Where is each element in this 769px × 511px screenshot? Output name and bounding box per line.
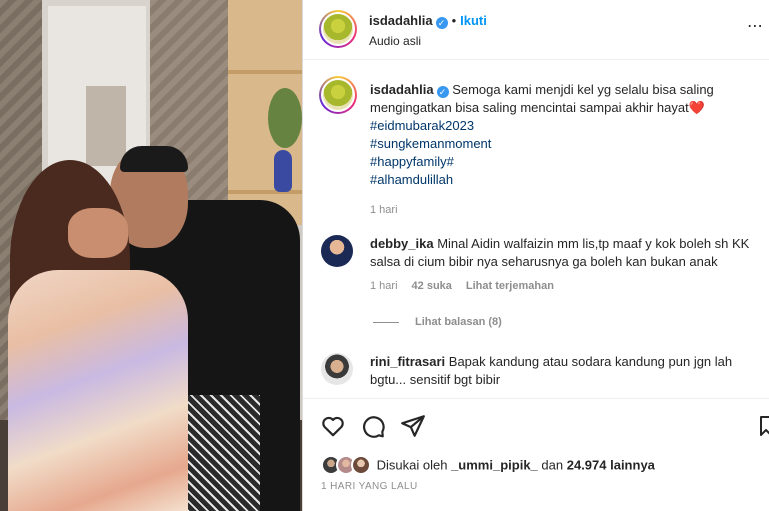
share-icon[interactable] [400, 413, 426, 439]
photo-vase [274, 150, 292, 192]
see-translation-link[interactable]: Lihat terjemahan [466, 280, 554, 292]
comment-username[interactable]: debby_ika [370, 236, 434, 251]
likes-count[interactable]: 24.974 lainnya [567, 458, 655, 473]
follow-button[interactable]: Ikuti [460, 13, 487, 28]
audio-label[interactable]: Audio asli [369, 34, 421, 48]
photo-hand [68, 208, 128, 258]
photo-man-hair [120, 146, 188, 172]
likes-middle: dan [541, 457, 564, 473]
author-username[interactable]: isdadahlia [369, 13, 433, 28]
view-replies-button[interactable]: Lihat balasan (8) [373, 316, 502, 328]
photo-woman [8, 270, 188, 511]
comment-time[interactable]: 1 hari [370, 280, 398, 292]
hashtag-link[interactable]: #sungkemanmoment [370, 135, 765, 153]
liker-avatars [321, 455, 373, 475]
caption-username[interactable]: isdadahlia [370, 82, 434, 97]
bookmark-icon[interactable] [760, 413, 769, 439]
comment-meta: 1 hari 42 suka Lihat terjemahan [370, 280, 554, 292]
likes-summary[interactable]: Disukai oleh _ummi_pipik_ dan 24.974 lai… [321, 455, 655, 475]
comment-likes[interactable]: 42 suka [412, 280, 452, 292]
liker-avatar [351, 455, 371, 475]
post-side-panel: isdadahlia ✓ • Ikuti Audio asli ⋯ isdadahli… [302, 0, 769, 511]
instagram-post: isdadahlia ✓ • Ikuti Audio asli ⋯ isdadahli… [0, 0, 769, 511]
comment-icon[interactable] [360, 413, 386, 439]
post-header: isdadahlia ✓ • Ikuti Audio asli ⋯ [303, 0, 769, 60]
heart-emoji: ❤️ [688, 100, 705, 115]
hashtag-link[interactable]: #happyfamily# [370, 153, 765, 171]
author-avatar[interactable] [319, 10, 357, 48]
separator-dot: • [451, 13, 457, 28]
post-photo[interactable] [0, 0, 302, 511]
commenter-avatar[interactable] [321, 235, 353, 267]
commenter-avatar[interactable] [321, 353, 353, 385]
verified-badge-icon: ✓ [436, 86, 449, 98]
caption-avatar[interactable] [319, 76, 357, 114]
caption-time[interactable]: 1 hari [370, 201, 765, 219]
post-actions: Disukai oleh _ummi_pipik_ dan 24.974 lai… [303, 398, 769, 511]
comment-username[interactable]: rini_fitrasari [370, 354, 445, 369]
hashtag-link[interactable]: #eidmubarak2023 [370, 117, 765, 135]
likes-prefix: Disukai oleh [376, 457, 448, 473]
hashtag-link[interactable]: #alhamdulillah [370, 171, 765, 189]
heart-icon[interactable] [320, 413, 346, 439]
liker-username[interactable]: _ummi_pipik_ [451, 458, 538, 473]
more-options-icon[interactable]: ⋯ [747, 16, 764, 36]
photo-plant [268, 88, 302, 148]
post-date[interactable]: 1 HARI YANG LALU [321, 481, 418, 492]
verified-badge-icon: ✓ [435, 17, 448, 29]
